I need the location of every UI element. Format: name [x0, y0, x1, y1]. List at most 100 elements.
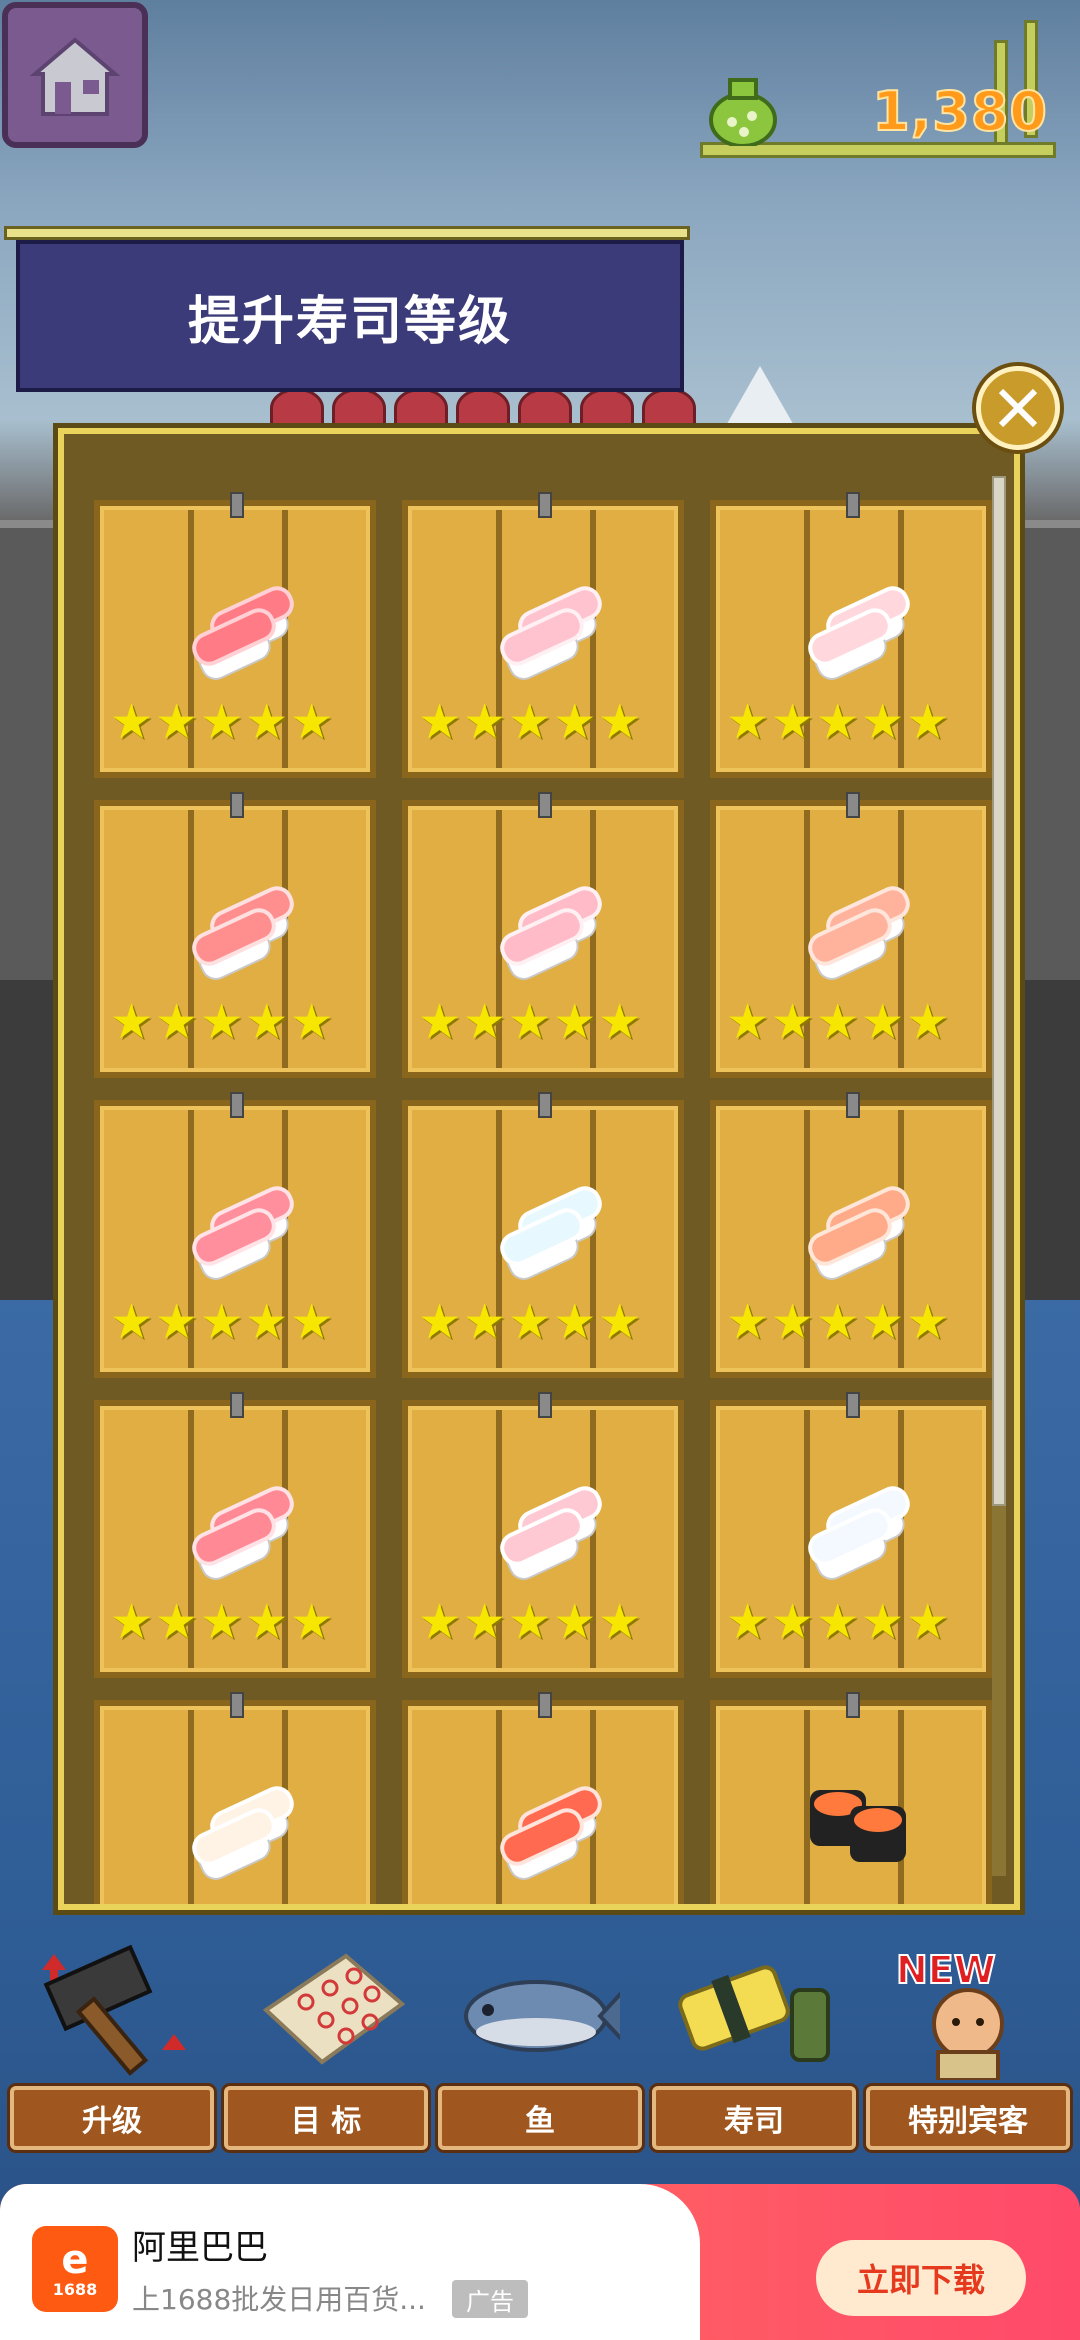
star-icon: ★: [155, 1594, 199, 1650]
house-icon: [29, 37, 121, 116]
sushi-card-white-pink-fish[interactable]: ★ ★ ★ ★ ★: [710, 492, 992, 778]
sushi-card-salmon[interactable]: ★ ★ ★ ★ ★: [710, 1092, 992, 1378]
ad-logo: e 1688: [32, 2226, 118, 2312]
star-icon: ★: [816, 994, 860, 1050]
card-peg: [230, 792, 244, 818]
sushi-card-shrimp-pale[interactable]: ★ ★ ★ ★ ★: [710, 792, 992, 1078]
card-peg: [846, 792, 860, 818]
sushi-card-red-clam[interactable]: ★ ★ ★ ★ ★: [94, 1392, 376, 1678]
star-rating: ★ ★ ★ ★ ★: [418, 1598, 641, 1646]
star-icon: ★: [726, 994, 770, 1050]
background-roof: [270, 388, 710, 428]
star-icon: ★: [290, 994, 334, 1050]
star-icon: ★: [200, 1594, 244, 1650]
money-bag-icon: [709, 78, 777, 146]
menu-fish[interactable]: 鱼: [438, 1940, 642, 2150]
star-icon: ★: [553, 1294, 597, 1350]
sushi-card-tuna[interactable]: ★ ★ ★ ★ ★: [94, 492, 376, 778]
ad-banner[interactable]: e 1688 阿里巴巴 上1688批发日用百货... 广告 立即下载: [0, 2184, 1080, 2340]
star-icon: ★: [906, 694, 950, 750]
scrollbar-thumb[interactable]: [992, 476, 1006, 1506]
tuna-sushi-icon: [192, 586, 294, 680]
sushi-card-pink-fish[interactable]: ★ ★ ★ ★ ★: [402, 492, 684, 778]
sweet-shrimp-sushi-icon: [192, 886, 294, 980]
close-icon: [998, 388, 1038, 428]
menu-goals[interactable]: 目 标: [224, 1940, 428, 2150]
star-icon: ★: [771, 1594, 815, 1650]
star-icon: ★: [418, 1594, 462, 1650]
star-rating: ★ ★ ★ ★ ★: [110, 998, 333, 1046]
star-icon: ★: [861, 694, 905, 750]
star-icon: ★: [418, 694, 462, 750]
target-chart-icon: [262, 1953, 406, 2065]
star-icon: ★: [553, 694, 597, 750]
star-icon: ★: [553, 994, 597, 1050]
star-icon: ★: [906, 1594, 950, 1650]
star-icon: ★: [861, 994, 905, 1050]
home-button[interactable]: [2, 2, 148, 148]
star-icon: ★: [200, 994, 244, 1050]
ad-description: 上1688批发日用百货...: [132, 2283, 426, 2316]
star-icon: ★: [816, 694, 860, 750]
star-icon: ★: [245, 1294, 289, 1350]
ad-tag: 广告: [452, 2280, 528, 2318]
sushi-card-shrimp[interactable]: [402, 1692, 684, 1904]
hammer-icon: [42, 1944, 186, 2076]
star-icon: ★: [200, 694, 244, 750]
sushi-card-flounder[interactable]: ★ ★ ★ ★ ★: [402, 1392, 684, 1678]
menu-sushi-label: 寿司: [652, 2086, 856, 2150]
sushi-card-scallop[interactable]: [94, 1692, 376, 1904]
flounder-sushi-icon: [500, 1486, 602, 1580]
star-icon: ★: [463, 1594, 507, 1650]
star-icon: ★: [418, 1294, 462, 1350]
sushi-card-sea-bream[interactable]: ★ ★ ★ ★ ★: [402, 792, 684, 1078]
card-peg: [230, 1092, 244, 1118]
card-peg: [230, 492, 244, 518]
ad-download-button[interactable]: 立即下载: [816, 2240, 1026, 2316]
close-button[interactable]: [976, 366, 1060, 450]
star-icon: ★: [200, 1294, 244, 1350]
sushi-card-salmon-roe-gunkan[interactable]: [710, 1692, 992, 1904]
sushi-card-white-squid[interactable]: ★ ★ ★ ★ ★: [710, 1392, 992, 1678]
star-icon: ★: [598, 1594, 642, 1650]
star-rating: ★ ★ ★ ★ ★: [726, 1598, 949, 1646]
star-icon: ★: [110, 694, 154, 750]
star-icon: ★: [290, 1294, 334, 1350]
sushi-card-sweet-shrimp[interactable]: ★ ★ ★ ★ ★: [94, 792, 376, 1078]
card-peg: [538, 792, 552, 818]
star-icon: ★: [553, 1594, 597, 1650]
menu-upgrade[interactable]: 升级: [10, 1940, 214, 2150]
alibaba-logo-icon: e: [61, 2236, 89, 2283]
card-peg: [846, 1092, 860, 1118]
sushi-level-panel[interactable]: ★ ★ ★ ★ ★ ★ ★ ★ ★ ★ ★ ★ ★ ★ ★ ★ ★ ★ ★ ★ ★ ★ ★ ★ ★ ★ ★ ★ ★ ★ ★ ★ ★ ★ ★ ★ ★ ★ ★ ★…: [58, 428, 1020, 1910]
white-pink-fish-sushi-icon: [808, 586, 910, 680]
card-peg: [846, 492, 860, 518]
sushi-card-fatty-tuna[interactable]: ★ ★ ★ ★ ★: [94, 1092, 376, 1378]
sushi-card-squid[interactable]: ★ ★ ★ ★ ★: [402, 1092, 684, 1378]
star-rating: ★ ★ ★ ★ ★: [110, 1298, 333, 1346]
page-title: 提升寿司等级: [187, 291, 512, 352]
card-peg: [846, 1392, 860, 1418]
star-icon: ★: [598, 994, 642, 1050]
card-peg: [538, 1092, 552, 1118]
star-icon: ★: [110, 1594, 154, 1650]
card-peg: [846, 1692, 860, 1718]
star-icon: ★: [906, 994, 950, 1050]
menu-special-guest[interactable]: NEW 特别宾客: [866, 1940, 1070, 2150]
sushi-grid: ★ ★ ★ ★ ★ ★ ★ ★ ★ ★ ★ ★ ★ ★ ★ ★ ★ ★ ★ ★ ★ ★ ★ ★ ★ ★ ★ ★ ★ ★ ★ ★ ★ ★ ★ ★ ★ ★ ★ ★…: [94, 492, 994, 1904]
star-icon: ★: [508, 694, 552, 750]
squid-sushi-icon: [500, 1186, 602, 1280]
star-icon: ★: [861, 1594, 905, 1650]
star-icon: ★: [726, 1594, 770, 1650]
star-icon: ★: [245, 1594, 289, 1650]
fish-icon: [464, 1980, 620, 2052]
menu-special-guest-label: 特别宾客: [866, 2086, 1070, 2150]
star-icon: ★: [290, 694, 334, 750]
card-peg: [538, 1392, 552, 1418]
star-rating: ★ ★ ★ ★ ★: [110, 698, 333, 746]
salmon-roe-gunkan-sushi-icon: [810, 1790, 906, 1862]
star-icon: ★: [816, 1594, 860, 1650]
menu-sushi[interactable]: 寿司: [652, 1940, 856, 2150]
star-icon: ★: [598, 1294, 642, 1350]
star-icon: ★: [245, 994, 289, 1050]
